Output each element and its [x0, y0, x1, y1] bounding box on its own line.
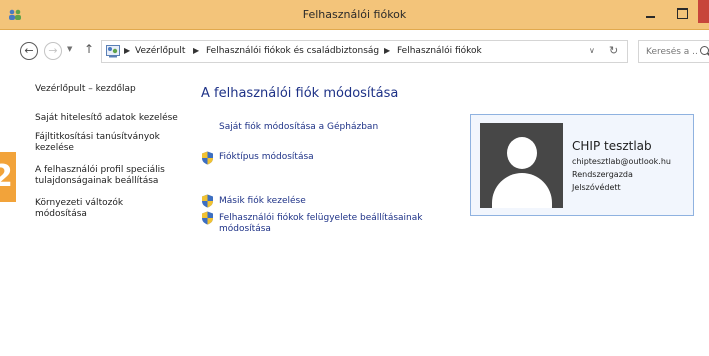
side-tab-badge: 2 — [0, 159, 13, 194]
close-button[interactable] — [698, 0, 709, 23]
forward-button[interactable]: → — [44, 42, 62, 60]
uac-shield-icon — [202, 151, 213, 165]
change-account-in-pc-settings-link[interactable]: Saját fiók módosítása a Gépházban — [219, 122, 378, 133]
user-account-type: Rendszergazda — [572, 170, 633, 179]
search-icon[interactable] — [700, 46, 709, 55]
uac-shield-icon — [202, 211, 213, 225]
orange-side-tab: 2 — [0, 152, 16, 202]
manage-another-account-link[interactable]: Másik fiók kezelése — [219, 196, 306, 207]
up-button[interactable]: ↑ — [84, 42, 94, 56]
address-dropdown-icon[interactable]: ∨ — [589, 46, 595, 55]
sidebar-advanced-profile-properties[interactable]: A felhasználói profil speciális tulajdon… — [35, 165, 170, 187]
address-bar[interactable]: ▶ Vezérlőpult ▶ Felhasználói fiókok és c… — [101, 40, 628, 63]
navigation-bar: ← → ▼ ↑ ▶ Vezérlőpult ▶ Felhasználói fió… — [0, 30, 709, 72]
breadcrumb-separator-icon[interactable]: ▶ — [124, 46, 130, 55]
title-bar: Felhasználói fiókok — [0, 0, 709, 30]
sidebar-file-encryption-certificates[interactable]: Fájltitkosítási tanúsítványok kezelése — [35, 132, 170, 154]
window-title: Felhasználói fiókok — [302, 8, 407, 21]
back-button[interactable]: ← — [20, 42, 38, 60]
uac-settings-link[interactable]: Felhasználói fiókok felügyelete beállítá… — [219, 213, 451, 235]
search-box[interactable] — [638, 40, 709, 63]
minimize-button[interactable] — [640, 6, 662, 22]
breadcrumb-user-accounts[interactable]: Felhasználói fiókok — [397, 46, 482, 56]
uac-shield-icon — [202, 194, 213, 208]
control-panel-icon — [106, 45, 120, 58]
recent-locations-chevron-icon[interactable]: ▼ — [67, 45, 72, 53]
sidebar-manage-credentials[interactable]: Saját hitelesítő adatok kezelése — [35, 113, 185, 124]
search-input[interactable] — [639, 41, 697, 62]
maximize-button[interactable] — [672, 4, 694, 22]
user-password-status: Jelszóvédett — [572, 183, 621, 192]
breadcrumb-control-panel[interactable]: Vezérlőpult — [135, 46, 185, 56]
user-email: chiptesztlab@outlook.hu — [572, 157, 671, 166]
user-display-name: CHIP tesztlab — [572, 139, 652, 153]
breadcrumb-separator-icon[interactable]: ▶ — [384, 46, 390, 55]
change-account-type-link[interactable]: Fióktípus módosítása — [219, 152, 314, 163]
refresh-icon[interactable]: ↻ — [609, 44, 618, 57]
sidebar-environment-variables[interactable]: Környezeti változók módosítása — [35, 198, 145, 220]
sidebar-control-panel-home[interactable]: Vezérlőpult – kezdőlap — [35, 84, 185, 95]
user-account-card: CHIP tesztlab chiptesztlab@outlook.hu Re… — [470, 114, 694, 216]
default-user-avatar-icon — [480, 123, 563, 208]
page-heading: A felhasználói fiók módosítása — [201, 86, 399, 101]
breadcrumb-separator-icon[interactable]: ▶ — [193, 46, 199, 55]
breadcrumb-accounts-family-safety[interactable]: Felhasználói fiókok és családbiztonság — [206, 46, 379, 56]
